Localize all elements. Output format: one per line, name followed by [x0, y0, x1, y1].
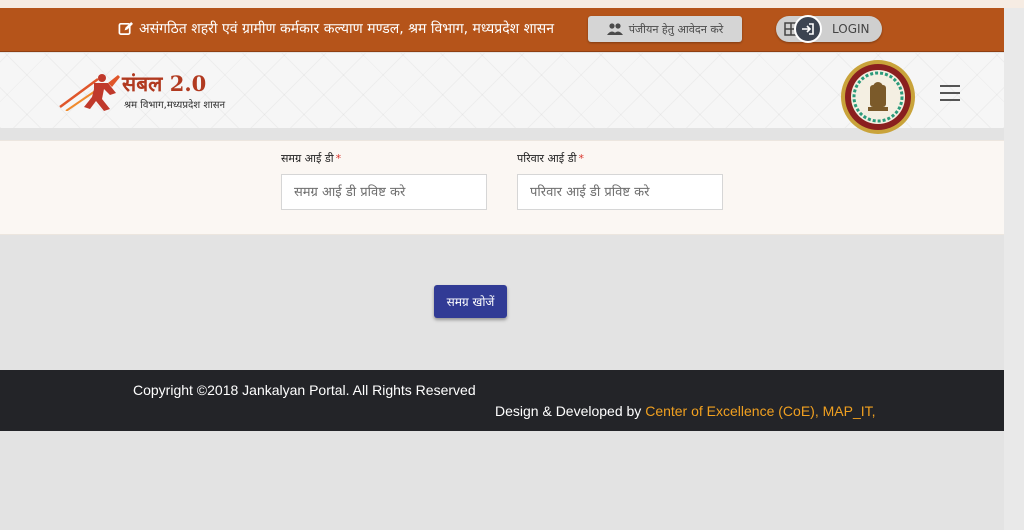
logo-subtitle: श्रम विभाग,मध्यप्रदेश शासन [124, 100, 226, 111]
designed-by-prefix: Design & Developed by [495, 403, 646, 419]
hamburger-icon[interactable] [940, 85, 960, 101]
samagra-id-field: समग्र आई डी * [281, 151, 487, 210]
search-form: समग्र आई डी* परिवार आई डी* [0, 140, 1004, 235]
designed-by: Design & Developed by Center of Excellen… [495, 403, 876, 419]
samagra-search-button[interactable]: समग्र खोजें [434, 285, 507, 318]
sign-in-icon [794, 15, 822, 43]
required-mark: * [578, 152, 584, 165]
samagra-id-label: समग्र आई डी * [281, 152, 342, 165]
users-icon [606, 23, 623, 35]
site-header: संबल 2.0 श्रम विभाग,मध्यप्रदेश शासन [0, 53, 1004, 134]
logo-title: संबल 2.0 [122, 71, 207, 96]
scrollbar-gutter [1004, 8, 1024, 530]
mp-government-emblem [841, 60, 915, 134]
copyright-text: Copyright ©2018 Jankalyan Portal. All Ri… [133, 382, 476, 398]
sambal-logo-graphic[interactable] [58, 71, 122, 111]
parivar-id-field: परिवार आई डी * [517, 151, 723, 210]
top-bar: असंगठित शहरी एवं ग्रामीण कर्मकार कल्याण … [0, 8, 1004, 52]
edit-icon [118, 21, 133, 35]
developer-link[interactable]: Center of Excellence (CoE), MAP_IT, [645, 403, 875, 419]
portal-title: असंगठित शहरी एवं ग्रामीण कर्मकार कल्याण … [118, 19, 554, 38]
top-strip [0, 0, 1024, 8]
portal-title-text: असंगठित शहरी एवं ग्रामीण कर्मकार कल्याण … [139, 21, 555, 37]
parivar-id-input[interactable] [517, 174, 723, 210]
login-button[interactable]: LOGIN [776, 15, 882, 43]
register-button[interactable]: पंजीयन हेतु आवेदन करे [588, 16, 742, 42]
required-mark: * [335, 152, 342, 165]
samagra-id-input[interactable] [281, 174, 487, 210]
site-footer: Copyright ©2018 Jankalyan Portal. All Ri… [0, 370, 1004, 431]
login-button-label: LOGIN [832, 22, 870, 36]
register-button-label: पंजीयन हेतु आवेदन करे [628, 22, 724, 36]
parivar-id-label: परिवार आई डी * [517, 152, 584, 165]
